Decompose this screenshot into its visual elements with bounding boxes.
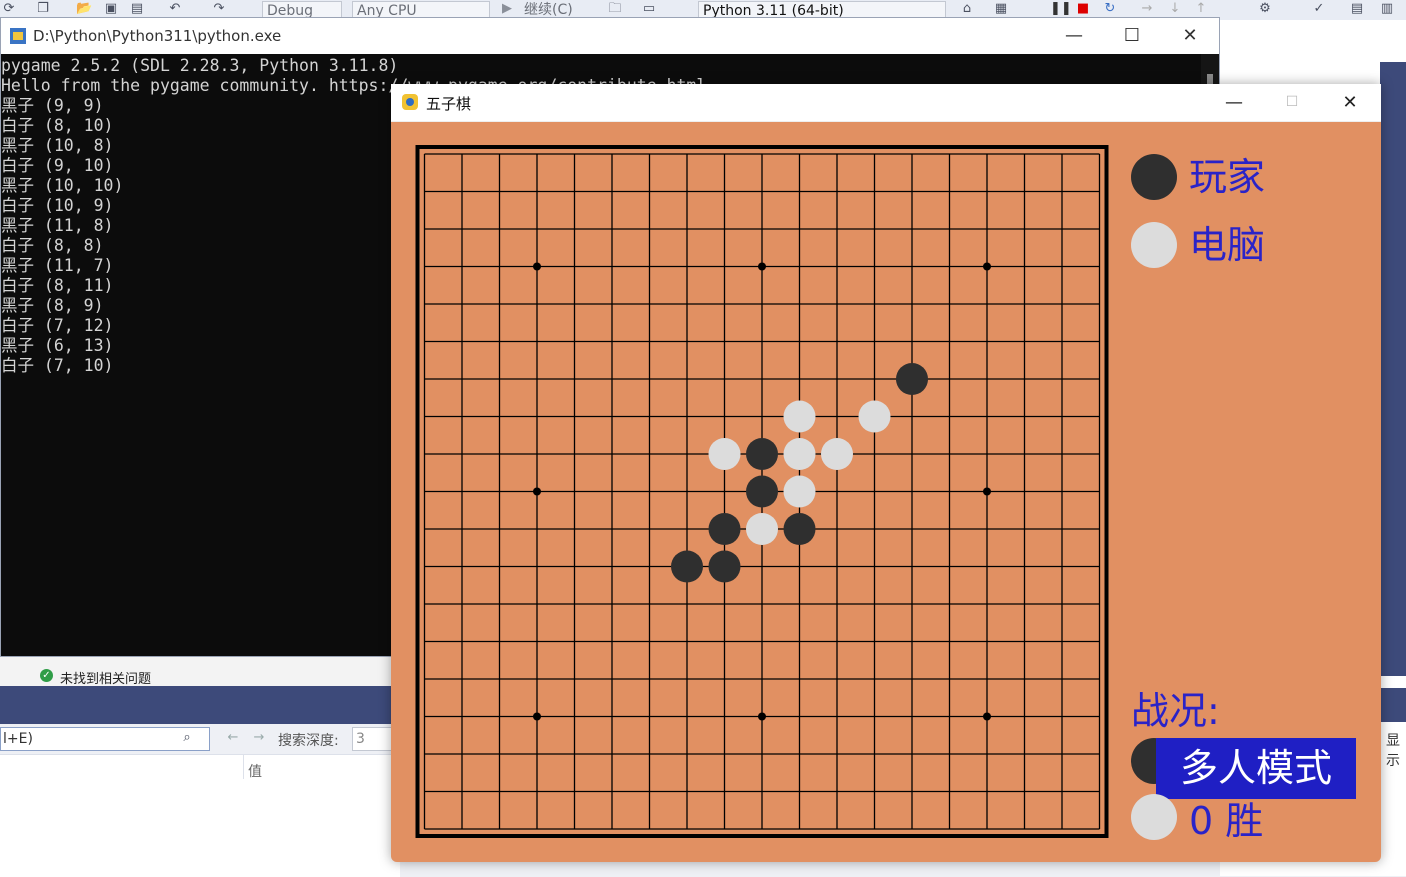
pygame-icon (402, 94, 418, 110)
star-point (533, 262, 541, 271)
window-icon[interactable]: ▦ (994, 2, 1008, 16)
uncomment-icon[interactable]: ▥ (1380, 2, 1394, 16)
search-row: l+E) ⌕ ← → 搜索深度: 3 (0, 724, 400, 754)
search-input[interactable]: l+E) (0, 727, 210, 751)
white-stone (708, 438, 741, 470)
game-maximize-button[interactable]: ☐ (1263, 84, 1321, 121)
battle-status-label: 战况: (1131, 689, 1220, 733)
pause-icon[interactable]: ❚❚ (1050, 2, 1072, 16)
spellcheck-icon[interactable]: ✓ (1312, 2, 1326, 16)
undo-icon[interactable]: ↶ (168, 2, 182, 16)
game-titlebar: 五子棋 — ☐ ✕ (391, 84, 1381, 122)
open-folder-icon[interactable]: 📂 (76, 2, 92, 16)
black-stone (783, 513, 816, 545)
check-icon: ✓ (40, 669, 53, 682)
python-icon (10, 28, 26, 44)
redo-icon[interactable]: ↷ (212, 2, 226, 16)
game-close-button[interactable]: ✕ (1321, 84, 1379, 121)
console-line: pygame 2.5.2 (SDL 2.28.3, Python 3.11.8) (1, 56, 399, 75)
step-into-icon[interactable]: ↓ (1168, 2, 1182, 16)
issues-status-bar: ✓ 未找到相关问题 (0, 666, 400, 687)
black-stone (671, 550, 703, 583)
search-depth-select[interactable]: 3 (352, 727, 392, 751)
game-title: 五子棋 (426, 95, 472, 113)
vs-right-dock (1380, 62, 1406, 676)
black-stone (896, 363, 928, 395)
watch-grid: 值 (0, 754, 400, 877)
diagram-icon[interactable]: ⚙ (1258, 2, 1272, 16)
star-point (983, 712, 991, 721)
step-over-icon[interactable]: → (1140, 2, 1154, 16)
white-stone (783, 438, 816, 470)
comment-icon[interactable]: ▤ (1350, 2, 1364, 16)
back-arrow-icon[interactable]: ← (226, 731, 240, 745)
back-icon[interactable]: ⟳ (2, 2, 16, 16)
console-titlebar: D:\Python\Python311\python.exe — ☐ ✕ (1, 18, 1219, 54)
play-icon[interactable]: ▶ (500, 2, 514, 16)
white-stone (783, 400, 816, 433)
white-score-stone-icon (1131, 794, 1177, 840)
step-out-icon[interactable]: ↑ (1194, 2, 1208, 16)
star-point (758, 712, 766, 721)
issues-status-text: 未找到相关问题 (60, 672, 152, 687)
close-button[interactable]: ✕ (1161, 18, 1219, 54)
computer-label: 电脑 (1189, 223, 1266, 267)
new-project-icon[interactable]: ❐ (36, 2, 50, 16)
gomoku-window: 五子棋 — ☐ ✕ 玩家 电脑 战况: 多人模式 0 胜 (391, 84, 1381, 862)
stop-icon[interactable]: ■ (1076, 2, 1090, 16)
white-stone (746, 513, 778, 545)
star-point (983, 487, 991, 496)
star-point (533, 712, 541, 721)
black-stone (746, 438, 778, 470)
white-stone (821, 438, 853, 470)
white-score: 0 胜 (1189, 799, 1264, 843)
star-point (758, 262, 766, 271)
lock-icon[interactable]: ⌂ (960, 2, 974, 16)
game-minimize-button[interactable]: — (1205, 84, 1263, 121)
layout-icon[interactable]: ▭ (642, 2, 656, 16)
white-stone (783, 475, 816, 508)
multiplayer-mode-button[interactable]: 多人模式 (1156, 738, 1356, 799)
save-all-icon[interactable]: ▤ (130, 2, 144, 16)
panel-header (0, 686, 400, 724)
black-stone (708, 513, 741, 545)
search-depth-label: 搜索深度: (278, 733, 339, 749)
minimize-button[interactable]: — (1045, 18, 1103, 54)
column-divider[interactable] (243, 755, 244, 779)
white-stone (858, 400, 891, 433)
black-stone (746, 475, 778, 508)
save-icon[interactable]: ▣ (104, 2, 118, 16)
player-stone-icon (1131, 154, 1177, 200)
vs-right-label[interactable]: 显示 (1386, 730, 1406, 770)
folder-icon[interactable]: 🗀 (608, 2, 622, 16)
restart-icon[interactable]: ↻ (1103, 2, 1117, 16)
vs-right-dock-lower (1380, 688, 1406, 722)
player-label: 玩家 (1189, 155, 1266, 199)
forward-arrow-icon[interactable]: → (252, 731, 266, 745)
maximize-button[interactable]: ☐ (1103, 18, 1161, 54)
star-point (533, 487, 541, 496)
console-title: D:\Python\Python311\python.exe (33, 27, 282, 45)
column-header-value[interactable]: 值 (248, 761, 262, 781)
star-point (983, 262, 991, 271)
computer-stone-icon (1131, 222, 1177, 268)
search-icon[interactable]: ⌕ (180, 731, 194, 745)
black-stone (708, 550, 741, 583)
